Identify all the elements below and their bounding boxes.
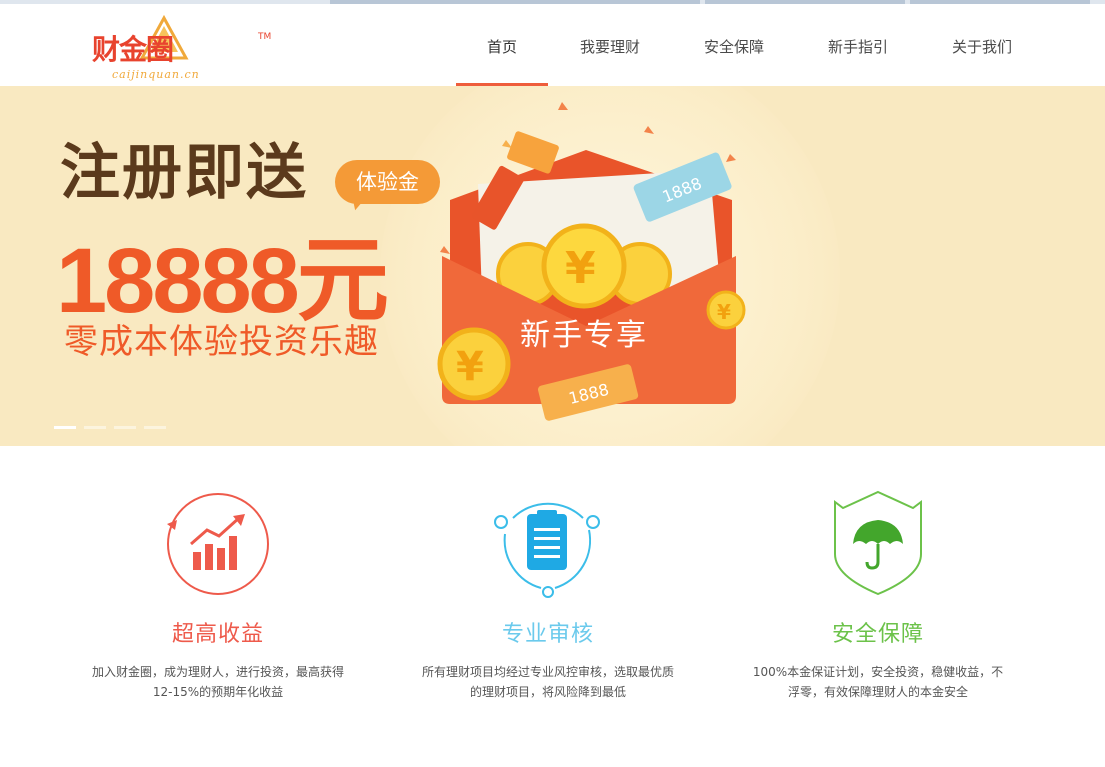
clipboard-icon bbox=[493, 488, 603, 598]
feature-desc-line-1: 加入财金圈，成为理财人，进行投资，最高获得 bbox=[91, 665, 344, 679]
envelope-label: 新手专享 bbox=[520, 318, 648, 353]
feature-description: 100%本金保证计划，安全投资，稳健收益，不 浮零，有效保障理财人的本金安全 bbox=[743, 662, 1013, 702]
site-logo[interactable]: 财金圈 caijinquan.cn TM bbox=[92, 12, 271, 82]
red-envelope-icon: 1888 ¥ ¥ ¥ 1888 bbox=[437, 102, 746, 421]
nav-beginner-guide[interactable]: 新手指引 bbox=[816, 4, 900, 86]
coin-yen-left: ¥ bbox=[456, 344, 484, 390]
feature-description: 加入财金圈，成为理财人，进行投资，最高获得 12-15%的预期年化收益 bbox=[83, 662, 353, 702]
coin-yen-small: ¥ bbox=[717, 300, 731, 324]
feature-desc-line-2: 12-15%的预期年化收益 bbox=[152, 685, 284, 699]
feature-desc-line-2: 浮零，有效保障理财人的本金安全 bbox=[787, 685, 968, 699]
banner-headline: 注册即送 bbox=[60, 138, 308, 208]
feature-professional-review: 专业审核 所有理财项目均经过专业风控审核，选取最优质 的理财项目，将风险降到最低 bbox=[398, 488, 698, 702]
carousel-dot-2[interactable] bbox=[84, 426, 106, 429]
logo-text: 财金圈 bbox=[92, 33, 174, 66]
feature-description: 所有理财项目均经过专业风控审核，选取最优质 的理财项目，将风险降到最低 bbox=[413, 662, 683, 702]
umbrella-shield-icon bbox=[823, 488, 933, 598]
nav-home[interactable]: 首页 bbox=[456, 4, 548, 87]
feature-security: 安全保障 100%本金保证计划，安全投资，稳健收益，不 浮零，有效保障理财人的本… bbox=[728, 488, 1028, 702]
banner-tagline: 零成本体验投资乐趣 bbox=[64, 322, 379, 362]
feature-title: 安全保障 bbox=[831, 622, 924, 647]
nav-invest[interactable]: 我要理财 bbox=[568, 4, 652, 86]
nav-about-us[interactable]: 关于我们 bbox=[940, 4, 1024, 86]
carousel-dot-1[interactable] bbox=[54, 426, 76, 429]
site-header: 财金圈 caijinquan.cn TM 首页 我要理财 安全保障 新手指引 关… bbox=[54, 4, 1044, 87]
coin-yen-main: ¥ bbox=[565, 243, 596, 294]
feature-title: 超高收益 bbox=[171, 622, 264, 647]
feature-desc-line-1: 所有理财项目均经过专业风控审核，选取最优质 bbox=[421, 665, 674, 679]
carousel-dot-4[interactable] bbox=[144, 426, 166, 429]
nav-security[interactable]: 安全保障 bbox=[692, 4, 776, 86]
logo-trademark: TM bbox=[258, 32, 272, 42]
feature-desc-line-1: 100%本金保证计划，安全投资，稳健收益，不 bbox=[752, 665, 1004, 679]
chart-up-icon bbox=[163, 488, 273, 598]
logo-subtitle: caijinquan.cn bbox=[112, 68, 200, 81]
feature-desc-line-2: 的理财项目，将风险降到最低 bbox=[469, 685, 626, 699]
hero-banner[interactable]: 注册即送 体验金 18888元 零成本体验投资乐趣 1888 ¥ ¥ ¥ 188… bbox=[0, 86, 1105, 446]
feature-high-yield: 超高收益 加入财金圈，成为理财人，进行投资，最高获得 12-15%的预期年化收益 bbox=[68, 488, 368, 702]
carousel-dot-3[interactable] bbox=[114, 426, 136, 429]
feature-title: 专业审核 bbox=[501, 622, 594, 647]
